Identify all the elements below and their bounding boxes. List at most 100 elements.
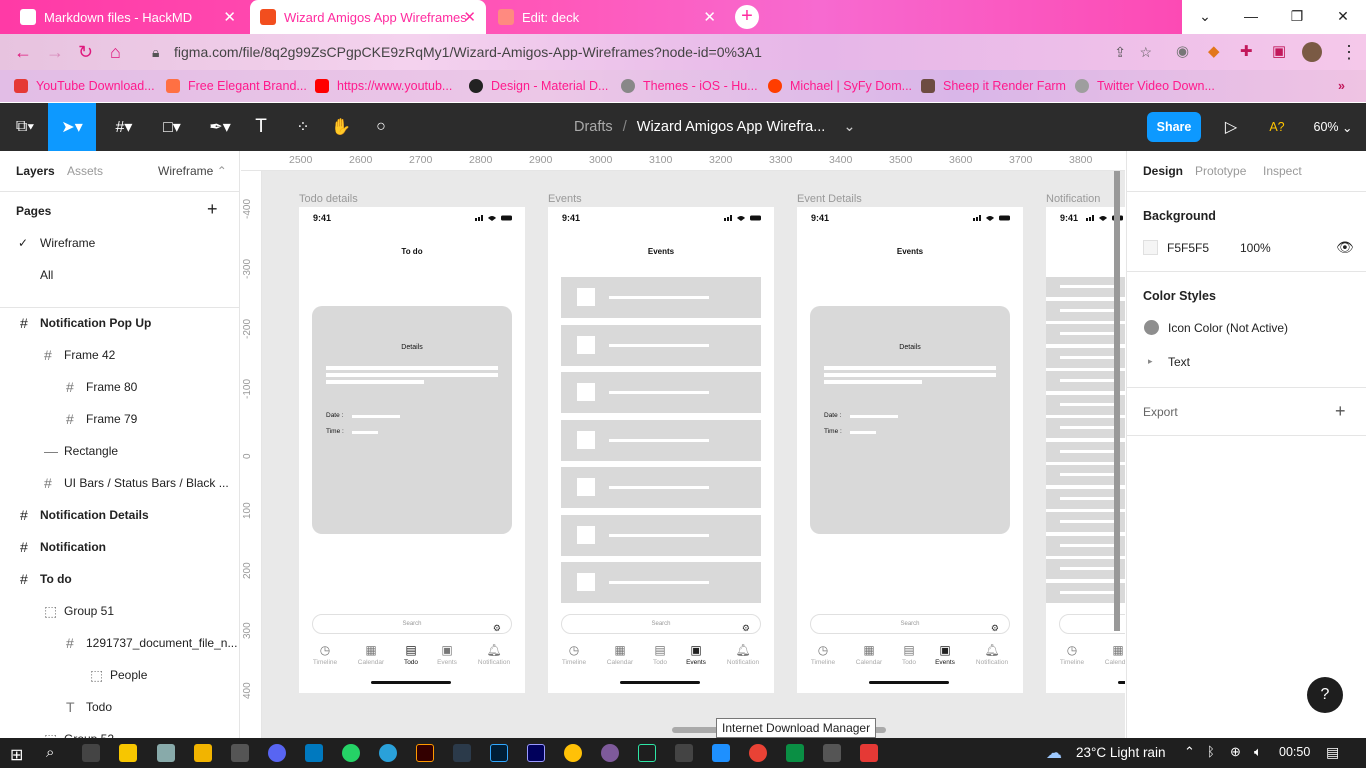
trello-icon[interactable] — [305, 744, 323, 762]
app-icon[interactable] — [675, 744, 693, 762]
event-list-item[interactable] — [561, 562, 761, 603]
tab-inspect[interactable]: Inspect — [1263, 164, 1302, 178]
layer-item[interactable]: To do — [40, 563, 72, 595]
layer-item[interactable]: Notification Details — [40, 499, 149, 531]
move-tool-icon[interactable]: ➤▾ — [48, 103, 96, 151]
layer-item[interactable]: 1291737_document_file_n... — [86, 627, 237, 659]
layer-item[interactable]: Rectangle — [64, 435, 118, 467]
vertical-scrollbar[interactable] — [1114, 171, 1120, 631]
file-title[interactable]: Wizard Amigos App Wirefra... — [637, 119, 826, 135]
nav-item[interactable]: ▦Calendar — [598, 643, 642, 666]
nav-item[interactable]: ◷ Timeline — [1050, 643, 1094, 666]
app-icon[interactable] — [231, 744, 249, 762]
frame-label[interactable]: Events — [548, 193, 582, 205]
nav-item[interactable]: ◷ Timeline — [303, 643, 347, 666]
home-icon[interactable]: ⌂ — [110, 42, 121, 63]
restore-button[interactable]: ❐ — [1274, 0, 1320, 34]
app-icon[interactable] — [860, 744, 878, 762]
event-list-item[interactable] — [561, 372, 761, 413]
nav-item[interactable]: ▦Calendar — [847, 643, 891, 666]
present-icon[interactable]: ▷ — [1220, 103, 1242, 151]
file-explorer-icon[interactable] — [194, 744, 212, 762]
close-window-button[interactable]: ✕ — [1320, 0, 1366, 34]
app-icon[interactable] — [564, 744, 582, 762]
text-tool-icon[interactable]: T — [248, 103, 274, 151]
missing-fonts-indicator[interactable]: A? — [1262, 103, 1292, 151]
share-page-icon[interactable]: ⇪ — [1114, 38, 1126, 66]
zoom-level[interactable]: 60% ⌄ — [1310, 103, 1356, 151]
bookmark-free-elegant[interactable]: Free Elegant Brand... — [166, 70, 307, 102]
search-input[interactable]: Search⚙︎ — [810, 614, 1010, 634]
new-tab-button[interactable]: + — [735, 5, 759, 29]
clock[interactable]: 00:50 — [1279, 745, 1310, 759]
nav-item[interactable]: ▣ Events — [674, 643, 718, 666]
layer-item[interactable]: Todo — [86, 691, 112, 723]
avatar[interactable] — [1302, 42, 1322, 62]
bookmark-sheepit[interactable]: Sheep it Render Farm — [921, 70, 1066, 102]
figma-menu-icon[interactable]: ⧉▾ — [6, 103, 44, 151]
eye-icon[interactable]: 👁︎ — [1336, 239, 1354, 256]
sidebar-icon[interactable]: ▣ — [1272, 42, 1286, 60]
event-list-item[interactable] — [561, 324, 761, 366]
share-button[interactable]: Share — [1147, 112, 1201, 142]
tab-layers[interactable]: Layers — [16, 155, 55, 187]
task-view-icon[interactable] — [82, 744, 100, 762]
menu-icon[interactable]: ⋮ — [1340, 42, 1358, 63]
search-icon[interactable]: ⌕ — [46, 744, 54, 761]
add-page-icon[interactable]: + — [207, 193, 218, 225]
star-icon[interactable]: ☆ — [1139, 38, 1152, 66]
design-canvas[interactable]: Todo details 9:41 To do Details Date : Time :… — [262, 171, 1125, 738]
tab-search-icon[interactable]: ⌄ — [1182, 0, 1228, 34]
layer-item[interactable]: Frame 42 — [64, 339, 115, 371]
forward-icon[interactable]: → — [46, 42, 64, 63]
nav-item[interactable]: ▣ Events — [923, 643, 967, 666]
filter-icon[interactable]: ⚙︎ — [991, 619, 999, 637]
back-icon[interactable]: ← — [14, 42, 32, 63]
discord-icon[interactable] — [268, 744, 286, 762]
close-icon[interactable]: ✕ — [703, 8, 716, 26]
add-export-icon[interactable]: + — [1335, 401, 1346, 422]
filter-icon[interactable]: ⚙︎ — [742, 619, 750, 637]
windows-start-icon[interactable]: ⊞ — [10, 745, 23, 765]
more-bookmarks-button[interactable]: » — [1338, 70, 1345, 102]
chevron-right-icon[interactable]: ▸ — [1148, 356, 1153, 367]
event-list-item[interactable] — [561, 467, 761, 508]
search-input[interactable]: Search⚙︎ — [561, 614, 761, 634]
weather-text[interactable]: 23°C Light rain — [1076, 745, 1165, 760]
wireframe-frame[interactable]: 9:41 Events Search ⚙︎ ◷ Timeline ▦ Calendar ▤ Tod… — [548, 207, 774, 693]
url-field[interactable]: 🔒︎ figma.com/file/8q2g99ZsCPgpCKE9zRqMy1… — [140, 38, 1162, 66]
whatsapp-icon[interactable] — [342, 744, 360, 762]
bookmark-twitter-video[interactable]: Twitter Video Down... — [1075, 70, 1215, 102]
frame-tool-icon[interactable]: #▾ — [104, 103, 144, 151]
event-list-item[interactable] — [561, 419, 761, 461]
tab-edit-deck[interactable]: Edit: deck ✕ — [488, 0, 726, 34]
shape-tool-icon[interactable]: □▾ — [152, 103, 192, 151]
reload-icon[interactable]: ↻ — [78, 42, 93, 63]
background-opacity[interactable]: 100% — [1240, 241, 1271, 255]
notifications-icon[interactable]: ▤ — [1326, 744, 1339, 761]
bookmark-themes-ios[interactable]: Themes - iOS - Hu... — [621, 70, 758, 102]
search-input[interactable]: Search⚙︎ — [312, 614, 512, 634]
nav-item[interactable]: 🔔︎ Notification — [472, 643, 516, 666]
tab-hackmd[interactable]: Markdown files - HackMD ✕ — [10, 0, 246, 34]
tab-figma-wireframes[interactable]: Wizard Amigos App Wireframes ✕ — [250, 0, 486, 34]
frame-label[interactable]: Event Details — [797, 193, 862, 205]
app-icon[interactable] — [638, 744, 656, 762]
camera-icon[interactable]: ◉ — [1176, 42, 1189, 60]
after-effects-icon[interactable] — [527, 744, 545, 762]
event-list-item[interactable] — [561, 277, 761, 318]
bluetooth-icon[interactable]: ᛒ — [1207, 744, 1215, 759]
file-title-area[interactable]: Drafts / Wizard Amigos App Wirefra... ⌄ — [574, 103, 856, 151]
photoshop-icon[interactable] — [490, 744, 508, 762]
nav-item[interactable]: ◷ Timeline — [552, 643, 596, 666]
background-hex[interactable]: F5F5F5 — [1167, 241, 1209, 255]
page-item-wireframe[interactable]: Wireframe — [40, 227, 95, 259]
tab-design[interactable]: Design — [1143, 164, 1183, 178]
layer-item[interactable]: Group 51 — [64, 595, 114, 627]
chrome-icon[interactable] — [749, 744, 767, 762]
hand-tool-icon[interactable]: ✋ — [328, 103, 354, 151]
pen-tool-icon[interactable]: ✒▾ — [200, 103, 240, 151]
minimize-button[interactable]: — — [1228, 0, 1274, 34]
telegram-icon[interactable] — [379, 744, 397, 762]
app-icon[interactable] — [712, 744, 730, 762]
